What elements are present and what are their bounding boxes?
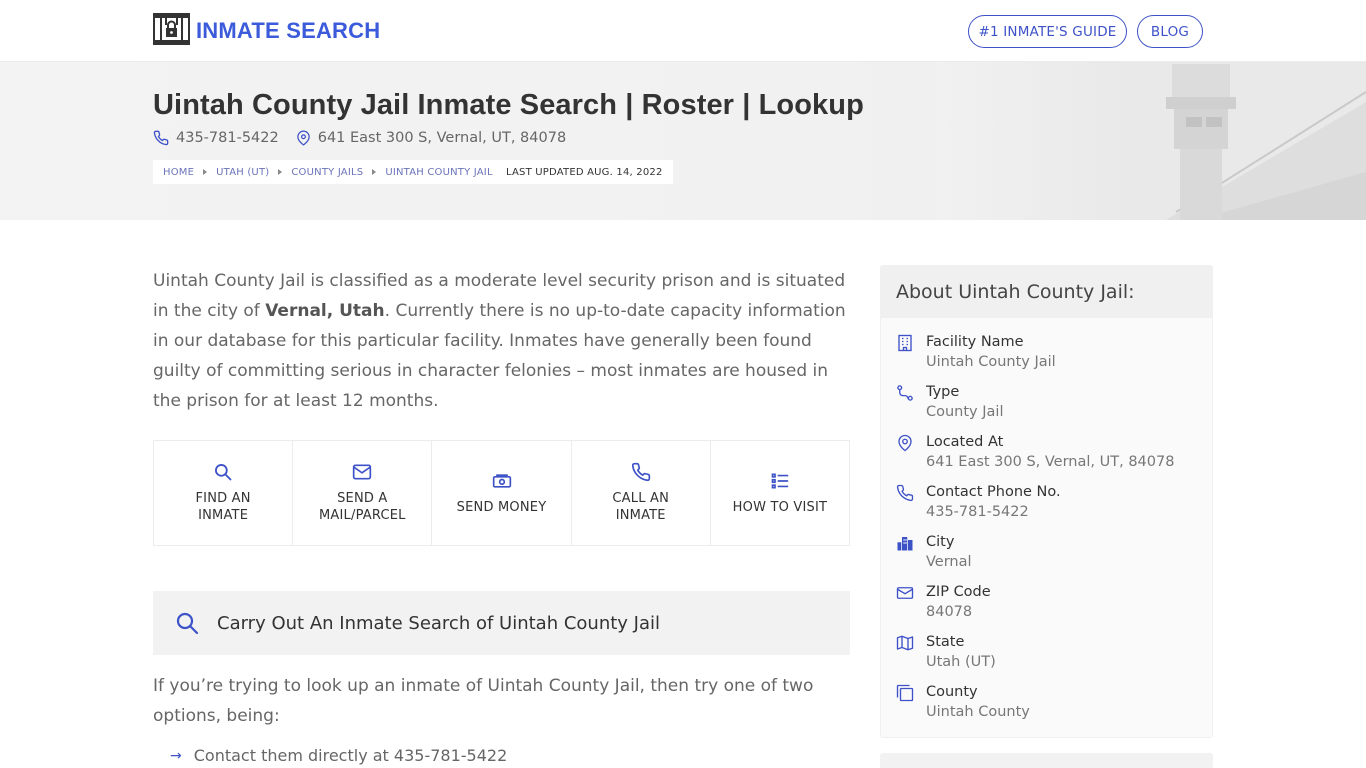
page-hero: Uintah County Jail Inmate Search | Roste…	[0, 62, 1366, 220]
how-to-visit-line1: HOW TO VISIT	[732, 499, 828, 515]
copy-icon	[896, 684, 914, 702]
breadcrumb-utah[interactable]: UTAH (UT)	[216, 167, 269, 178]
inmates-guide-button[interactable]: #1 INMATE'S GUIDE	[968, 15, 1127, 48]
info-city: City Vernal	[881, 532, 1212, 582]
building-icon	[898, 334, 912, 352]
info-value: Uintah County	[926, 704, 1030, 720]
blog-button[interactable]: BLOG	[1137, 15, 1203, 48]
info-value: Uintah County Jail	[926, 354, 1056, 370]
info-value: Vernal	[926, 554, 972, 570]
info-state: State Utah (UT)	[881, 632, 1212, 682]
send-mail-action[interactable]: SEND A MAIL/PARCEL	[293, 441, 433, 545]
mail-icon	[896, 587, 914, 599]
breadcrumb-separator-icon	[372, 169, 377, 175]
call-inmate-action[interactable]: CALL AN INMATE	[572, 441, 711, 545]
info-value-phone[interactable]: 435-781-5422	[926, 502, 1061, 522]
info-value: 641 East 300 S, Vernal, UT, 84078	[926, 454, 1175, 470]
send-mail-line1: SEND A	[337, 491, 388, 506]
send-mail-line2: MAIL/PARCEL	[319, 508, 406, 523]
sidebar-title: About Uintah County Jail:	[881, 266, 1212, 318]
info-type: Type County Jail	[881, 382, 1212, 432]
breadcrumb-separator-icon	[278, 169, 283, 175]
facility-info-list: Facility Name Uintah County Jail Type Coun…	[881, 318, 1212, 732]
info-key: Facility Name	[926, 334, 1024, 350]
search-icon	[176, 612, 199, 635]
quick-actions: FIND AN INMATE SEND A MAIL/PARCEL SEND M…	[153, 440, 850, 546]
hero-address: 641 East 300 S, Vernal, UT, 84078	[296, 130, 566, 146]
hero-phone-text: 435-781-5422	[176, 130, 279, 146]
last-updated-badge: LAST UPDATED AUG. 14, 2022	[496, 160, 673, 184]
inmate-search-section-title: Carry Out An Inmate Search of Uintah Cou…	[217, 612, 660, 634]
jail-cell-icon	[153, 13, 190, 49]
map-icon	[896, 635, 914, 651]
phone-icon	[896, 484, 914, 502]
breadcrumb-county-jails[interactable]: COUNTY JAILS	[291, 167, 363, 178]
route-icon	[897, 385, 913, 401]
money-icon	[492, 473, 511, 488]
hero-address-text: 641 East 300 S, Vernal, UT, 84078	[317, 130, 567, 146]
info-key: State	[926, 634, 965, 650]
call-inmate-line1: CALL AN	[612, 491, 670, 506]
inmate-search-section-header: Carry Out An Inmate Search of Uintah Cou…	[153, 591, 850, 655]
prison-tower-illustration	[936, 62, 1366, 220]
intro-location: Vernal, Utah	[265, 301, 385, 321]
find-inmate-line2: INMATE	[198, 508, 249, 523]
send-money-action[interactable]: SEND MONEY	[432, 441, 572, 545]
top-navigation-bar: INMATE SEARCH #1 INMATE'S GUIDE BLOG	[0, 0, 1366, 62]
info-value: Utah (UT)	[926, 654, 996, 670]
logo-text: INMATE SEARCH	[196, 18, 381, 43]
info-key: Type	[926, 384, 960, 400]
mail-icon	[353, 464, 372, 480]
info-key: County	[926, 684, 978, 700]
call-inmate-line2: INMATE	[615, 508, 666, 523]
search-options-paragraph: If you’re trying to look up an inmate of…	[153, 676, 814, 726]
info-located-at: Located At 641 East 300 S, Vernal, UT, 84…	[881, 432, 1212, 482]
phone-icon	[153, 130, 169, 146]
info-value: 84078	[926, 604, 973, 620]
page-title: Uintah County Jail Inmate Search | Roste…	[153, 89, 864, 121]
info-key: Located At	[926, 434, 1004, 450]
map-pin-icon	[296, 130, 310, 146]
bullet-text: Contact them directly at 435-781-5422	[193, 746, 508, 765]
site-logo[interactable]: INMATE SEARCH	[153, 13, 380, 49]
info-contact-phone: Contact Phone No. 435-781-5422	[881, 482, 1212, 532]
info-facility-name: Facility Name Uintah County Jail	[881, 332, 1212, 382]
info-key: City	[926, 534, 955, 550]
facility-info-sidebar: About Uintah County Jail: Facility Name U…	[880, 265, 1213, 738]
info-zip: ZIP Code 84078	[881, 582, 1212, 632]
breadcrumb-separator-icon	[203, 169, 208, 175]
contact-row: 435-781-5422 641 East 300 S, Vernal, UT,…	[153, 130, 566, 146]
intro-paragraph: Uintah County Jail is classified as a mo…	[153, 266, 853, 416]
sidebar-secondary-card	[880, 753, 1213, 768]
hero-phone[interactable]: 435-781-5422	[153, 130, 279, 146]
info-county: County Uintah County	[881, 682, 1212, 732]
find-inmate-line1: FIND AN	[195, 491, 251, 506]
info-key: Contact Phone No.	[926, 484, 1061, 500]
list-item: → Contact them directly at 435-781-5422	[170, 746, 507, 765]
arrow-right-icon: →	[170, 747, 182, 764]
info-key: ZIP Code	[926, 584, 991, 600]
find-inmate-action[interactable]: FIND AN INMATE	[154, 441, 294, 545]
map-pin-icon	[898, 434, 912, 452]
phone-icon	[631, 462, 650, 482]
city-icon	[897, 537, 913, 551]
breadcrumb-current[interactable]: UINTAH COUNTY JAIL	[385, 167, 492, 178]
info-value: County Jail	[926, 404, 1004, 420]
how-to-visit-action[interactable]: HOW TO VISIT	[711, 441, 849, 545]
breadcrumb: HOME UTAH (UT) COUNTY JAILS UINTAH COUNT…	[153, 160, 503, 184]
breadcrumb-home[interactable]: HOME	[163, 167, 194, 178]
search-icon	[215, 464, 232, 481]
send-money-line1: SEND MONEY	[456, 499, 547, 515]
list-icon	[771, 473, 789, 488]
